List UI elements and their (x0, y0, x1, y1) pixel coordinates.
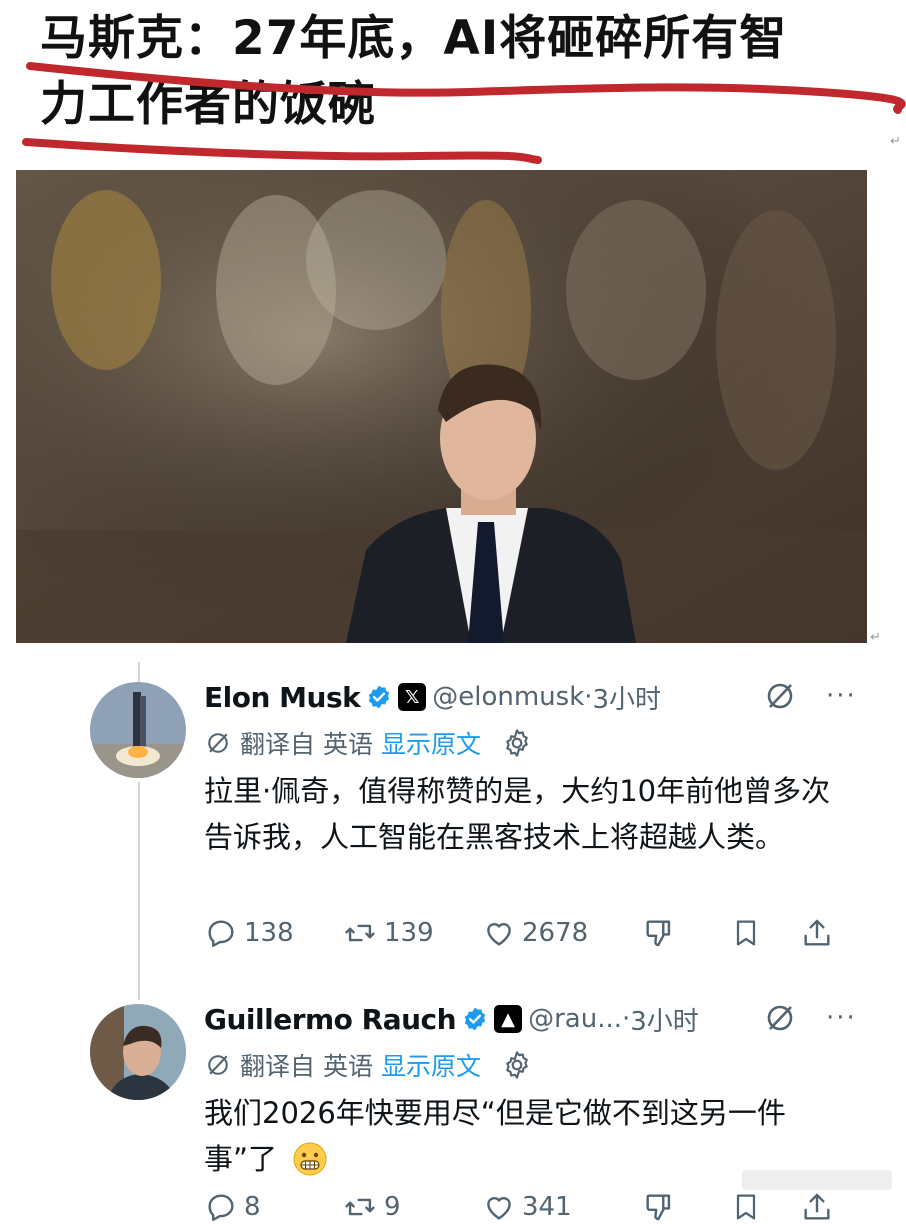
translation-row: 翻译自 英语 显示原文 (204, 725, 533, 761)
verified-icon (369, 685, 390, 709)
dislike-icon (646, 920, 671, 947)
author-handle[interactable]: @elonmusk (432, 682, 584, 712)
avatar-guillermo-rauch[interactable] (90, 1004, 186, 1100)
dislike-icon (646, 1194, 671, 1221)
author-handle[interactable]: @rau... (528, 1004, 622, 1034)
bookmark-button[interactable] (730, 1190, 800, 1224)
gear-icon[interactable] (501, 1049, 533, 1081)
gear-icon[interactable] (501, 727, 533, 759)
reply-count: 8 (244, 1192, 261, 1222)
verified-icon (464, 1007, 486, 1031)
tweet-actions: 8 9 341 (204, 1190, 834, 1224)
reply-icon (208, 920, 234, 947)
paragraph-mark: ↵ (870, 630, 881, 645)
author-name[interactable]: Elon Musk (204, 681, 361, 714)
author-name[interactable]: Guillermo Rauch (204, 1003, 457, 1036)
more-icon[interactable]: ··· (826, 681, 857, 711)
bookmark-icon (736, 920, 756, 946)
like-button[interactable]: 341 (482, 1190, 642, 1224)
photo-musk-looking-up (16, 170, 867, 643)
like-icon (487, 1197, 511, 1220)
like-count: 2678 (522, 918, 589, 948)
bookmark-icon (736, 1194, 756, 1220)
tweet-header: Guillermo Rauch ▲ @rau... · 3小时 (204, 997, 699, 1041)
translated-from-label: 翻译自 英语 (240, 730, 373, 759)
thread-line (138, 782, 140, 1000)
separator-dot: · (584, 682, 593, 712)
reply-button[interactable]: 138 (204, 916, 342, 950)
watermark (742, 1170, 892, 1190)
bookmark-button[interactable] (730, 916, 800, 950)
reply-count: 138 (244, 918, 294, 948)
reply-button[interactable]: 8 (204, 1190, 342, 1224)
retweet-icon (345, 1198, 375, 1216)
like-count: 341 (522, 1192, 572, 1222)
tweet-time[interactable]: 3小时 (593, 679, 662, 716)
tweet-header: Elon Musk 𝕏 @elonmusk · 3小时 (204, 675, 661, 719)
retweet-button[interactable]: 139 (342, 916, 482, 950)
paragraph-mark: ↵ (890, 134, 901, 149)
grok-icon[interactable] (764, 680, 796, 712)
grimacing-face-emoji-icon (293, 1142, 327, 1176)
tweet-header-actions: ··· (764, 1002, 857, 1034)
tweet-actions: 138 139 2678 (204, 916, 834, 950)
retweet-button[interactable]: 9 (342, 1190, 482, 1224)
tweet-text: 拉里·佩奇，值得称赞的是，大约10年前他曾多次告诉我，人工智能在黑客技术上将超越… (204, 774, 831, 854)
avatar-elon-musk[interactable] (90, 682, 186, 778)
vercel-logo-icon: ▲ (494, 1005, 523, 1033)
tweet-time[interactable]: 3小时 (630, 1001, 699, 1038)
translation-row: 翻译自 英语 显示原文 (204, 1047, 533, 1083)
dislike-button[interactable] (642, 1190, 730, 1224)
retweet-count: 139 (384, 918, 434, 948)
dislike-button[interactable] (642, 916, 730, 950)
share-button[interactable] (800, 916, 834, 950)
grok-icon (208, 733, 228, 753)
grok-icon (208, 1055, 228, 1075)
x-logo-icon: 𝕏 (398, 683, 427, 711)
share-icon (804, 919, 830, 946)
translated-from-label: 翻译自 英语 (240, 1052, 373, 1081)
tweet-text: 我们2026年快要用尽“但是它做不到这另一件事”了 (204, 1090, 854, 1182)
reply-icon (208, 1194, 234, 1221)
retweet-count: 9 (384, 1192, 401, 1222)
like-icon (487, 923, 511, 946)
separator-dot: · (622, 1004, 631, 1034)
share-icon (804, 1193, 830, 1220)
retweet-icon (345, 924, 375, 942)
show-original-link[interactable]: 显示原文 (381, 725, 481, 761)
red-underline-decoration (22, 62, 906, 164)
grok-icon[interactable] (764, 1002, 796, 1034)
more-icon[interactable]: ··· (826, 1003, 857, 1033)
show-original-link[interactable]: 显示原文 (381, 1047, 481, 1083)
like-button[interactable]: 2678 (482, 916, 642, 950)
share-button[interactable] (800, 1190, 834, 1224)
tweet-header-actions: ··· (764, 680, 857, 712)
thread-line (138, 662, 140, 684)
